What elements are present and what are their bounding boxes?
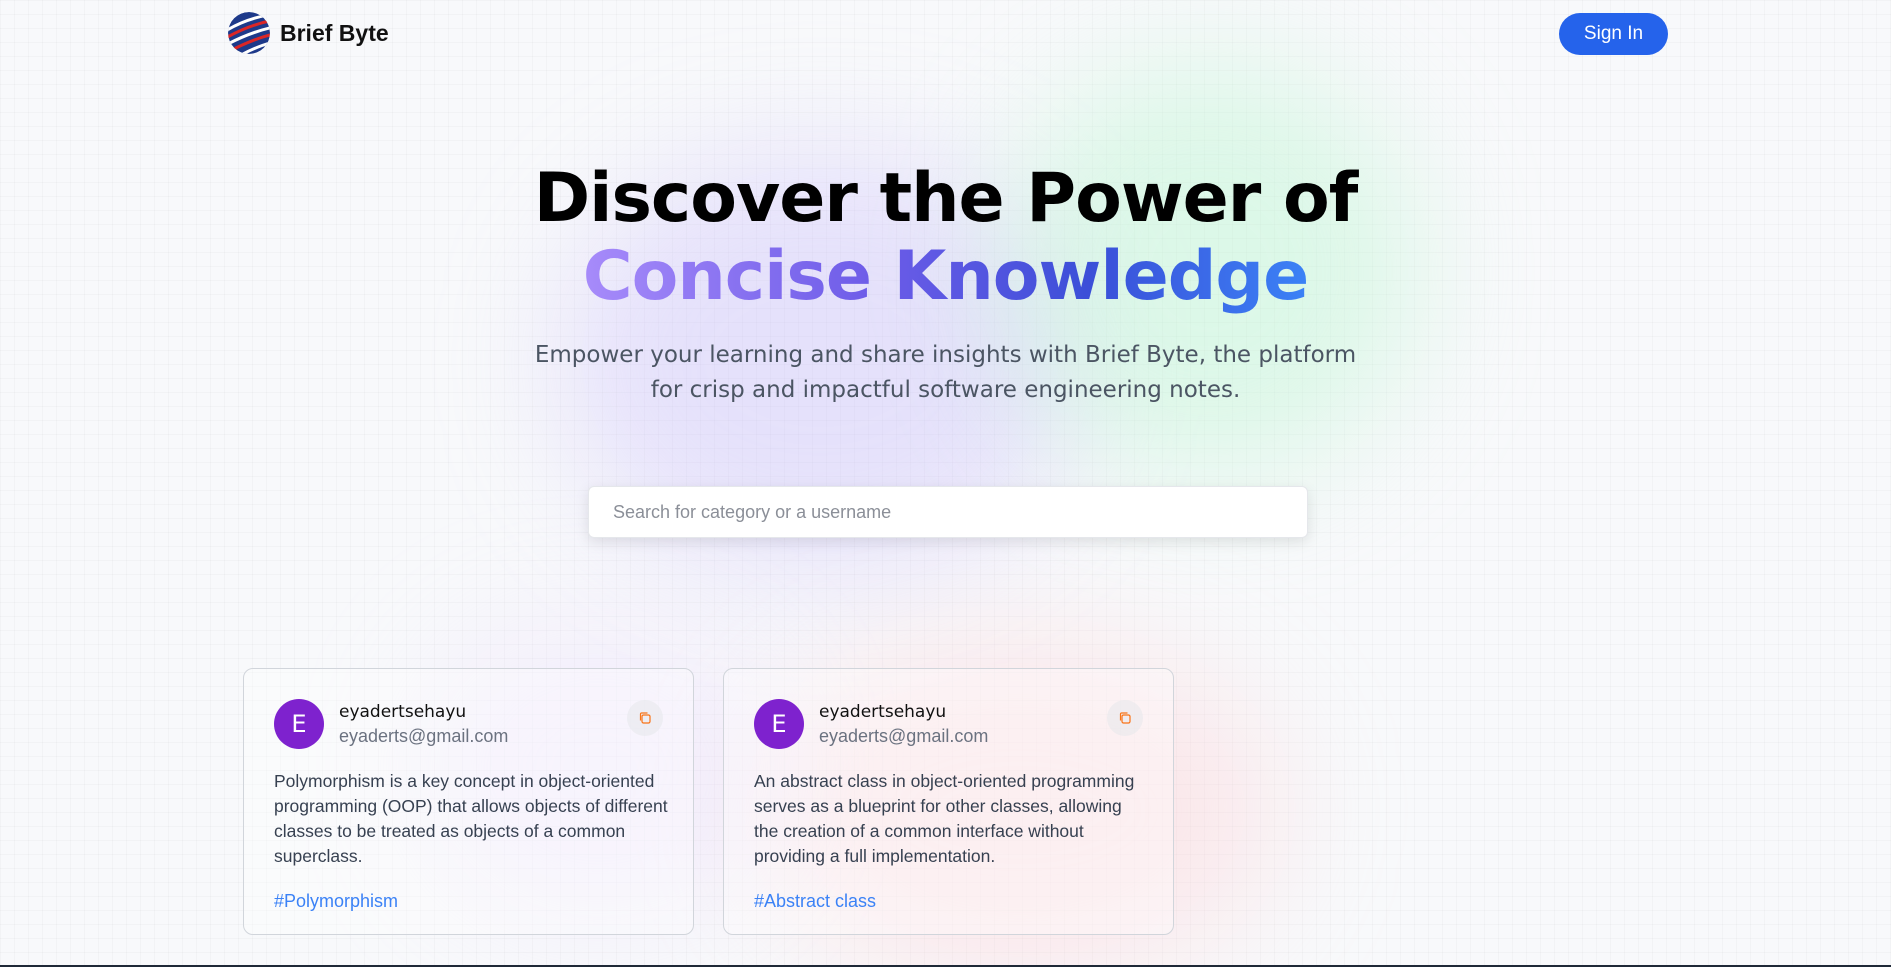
hero-title-highlight: Concise Knowledge [582,237,1309,316]
hero-section: Discover the Power of Concise Knowledge … [0,160,1891,408]
avatar: E [754,699,804,749]
card-content: Polymorphism is a key concept in object-… [274,771,668,866]
note-card: E eyadertsehayu eyaderts@gmail.com Polym… [243,668,694,935]
copy-icon [1119,712,1131,724]
copy-icon [639,712,651,724]
card-tag[interactable]: #Abstract class [754,891,876,912]
search-input[interactable] [588,486,1308,538]
copy-button[interactable] [1107,700,1143,736]
brand-name: Brief Byte [280,19,389,46]
card-tag[interactable]: #Polymorphism [274,891,398,912]
note-card: E eyadertsehayu eyaderts@gmail.com An ab… [723,668,1174,935]
hero-subtitle: Empower your learning and share insights… [534,342,1357,403]
card-username: eyadertsehayu [339,702,467,722]
card-email: eyaderts@gmail.com [819,726,989,746]
sign-in-button[interactable]: Sign In [1559,13,1668,55]
card-username: eyadertsehayu [819,702,947,722]
hero-title-line1: Discover the Power of [533,159,1359,238]
logo-icon [228,12,270,54]
brand-logo-link[interactable]: Brief Byte [228,12,389,54]
top-navbar: Brief Byte Sign In [0,0,1891,68]
avatar: E [274,699,324,749]
card-content: An abstract class in object-oriented pro… [754,771,1135,866]
card-email: eyaderts@gmail.com [339,726,509,746]
copy-button[interactable] [627,700,663,736]
hero-title: Discover the Power of Concise Knowledge [0,160,1891,316]
